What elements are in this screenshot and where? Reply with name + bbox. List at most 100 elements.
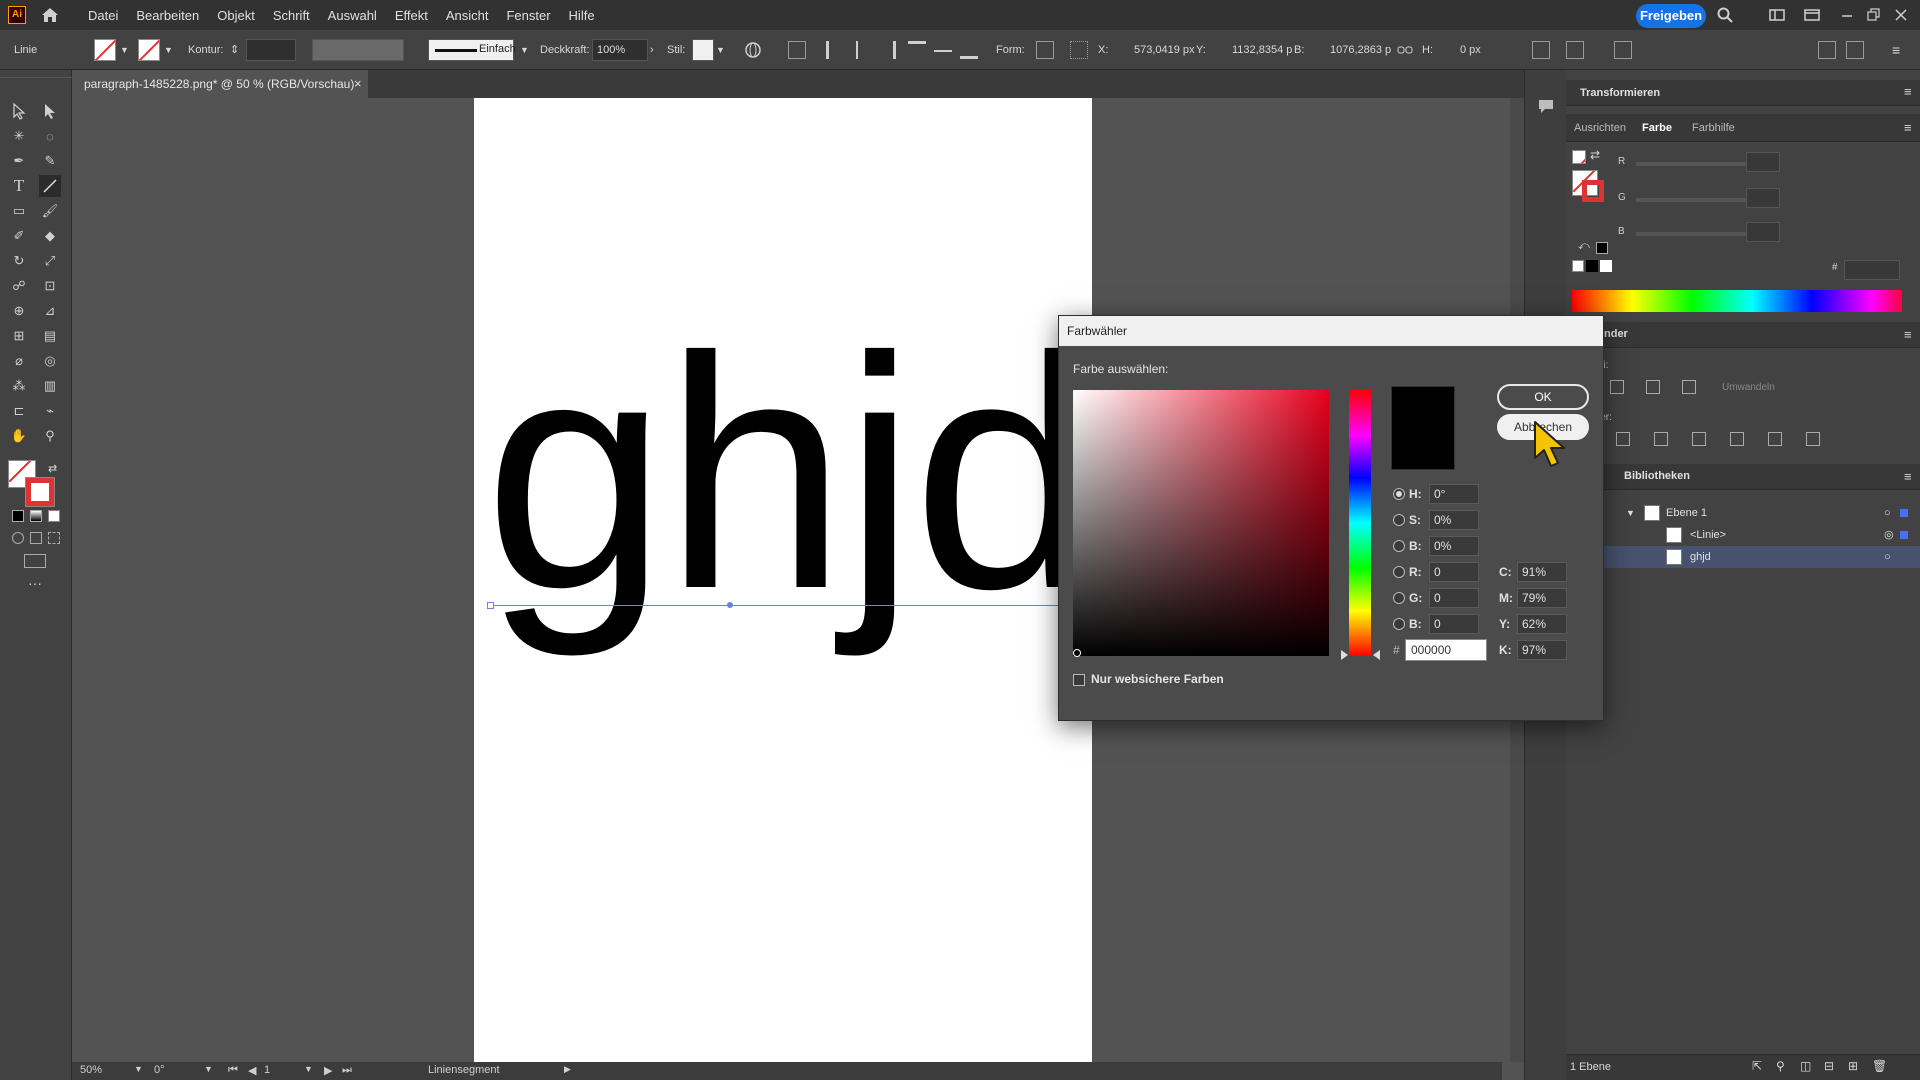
mesh-tool-icon[interactable]: ⊞ <box>8 325 30 347</box>
crop-icon[interactable] <box>1730 432 1744 446</box>
scale-tool-icon[interactable]: ⤢ <box>39 250 61 272</box>
selection-handle-left[interactable] <box>487 602 494 609</box>
default-colors-icon[interactable] <box>1572 150 1586 164</box>
swap-fill-stroke-icon[interactable]: ⇄ <box>48 462 57 475</box>
draw-inside-icon[interactable] <box>48 532 60 544</box>
horizontal-scrollbar[interactable] <box>590 1062 1502 1080</box>
restore-icon[interactable] <box>1864 6 1882 24</box>
layer-row[interactable]: ▼ Ebene 1 ○ <box>1566 502 1920 524</box>
green-radio[interactable] <box>1393 592 1405 604</box>
gradient-tool-icon[interactable]: ▤ <box>39 325 61 347</box>
stroke-weight-input[interactable] <box>246 39 296 61</box>
hue-radio[interactable] <box>1393 488 1405 500</box>
new-sublayer-icon[interactable]: ⊟ <box>1824 1059 1834 1073</box>
workspace-icon[interactable] <box>1768 6 1786 24</box>
layer-name[interactable]: ghjd <box>1690 546 1711 568</box>
align-right-icon[interactable] <box>878 41 896 59</box>
shaper-tool-icon[interactable]: ✐ <box>8 225 30 247</box>
first-artboard-icon[interactable]: ⏮ <box>228 1064 238 1077</box>
fill-dropdown-icon[interactable]: ▼ <box>120 30 129 70</box>
none-mode-icon[interactable] <box>48 510 60 522</box>
layer-target-icon[interactable]: ○ <box>1884 546 1891 568</box>
artwork-text[interactable]: ghjd <box>484 308 1096 638</box>
graphic-style-swatch[interactable] <box>692 39 714 61</box>
color-field[interactable] <box>1073 390 1329 657</box>
menu-hilfe[interactable]: Hilfe <box>569 8 595 23</box>
constrain-proportions-icon[interactable] <box>1396 41 1414 59</box>
brush-definition[interactable]: Einfach <box>428 39 516 61</box>
zoom-tool-icon[interactable]: ⚲ <box>39 425 61 447</box>
gradient-mode-icon[interactable] <box>30 510 42 522</box>
rectangle-tool-icon[interactable]: ▭ <box>8 200 30 222</box>
zoom-dropdown-icon[interactable]: ▼ <box>134 1064 143 1074</box>
libraries-panel-menu-icon[interactable]: ≡ <box>1904 469 1912 484</box>
arrange-documents-icon[interactable] <box>1803 6 1821 24</box>
brightness-input[interactable]: 0% <box>1429 536 1479 556</box>
color-panel-menu-icon[interactable]: ≡ <box>1904 120 1912 135</box>
align-to-icon[interactable] <box>788 41 806 59</box>
stroke-dropdown-icon[interactable]: ▼ <box>164 30 173 70</box>
black-swatch[interactable] <box>1596 242 1608 254</box>
menu-effekt[interactable]: Effekt <box>395 8 428 23</box>
transform-icon[interactable] <box>1036 41 1054 59</box>
hue-input[interactable]: 0° <box>1429 484 1479 504</box>
height-input[interactable]: 0 px <box>1460 30 1481 70</box>
search-icon[interactable] <box>1716 6 1734 24</box>
opacity-chevron-icon[interactable]: › <box>650 30 654 70</box>
menu-auswahl[interactable]: Auswahl <box>328 8 377 23</box>
tab-ausrichten[interactable]: Ausrichten <box>1574 114 1626 142</box>
perspective-grid-tool-icon[interactable]: ⊿ <box>39 300 61 322</box>
menu-datei[interactable]: Datei <box>88 8 118 23</box>
isolate-icon[interactable] <box>1532 41 1550 59</box>
close-icon[interactable] <box>1892 6 1910 24</box>
tab-close-icon[interactable]: × <box>354 70 362 98</box>
selection-center-point[interactable] <box>727 602 733 608</box>
selection-tool-icon[interactable] <box>8 100 30 122</box>
symbol-sprayer-tool-icon[interactable]: ⁂ <box>8 375 30 397</box>
shape-label[interactable]: Form: <box>996 30 1025 70</box>
white-quick-swatch[interactable] <box>1600 260 1612 272</box>
merge-icon[interactable] <box>1692 432 1706 446</box>
color-spectrum[interactable] <box>1572 290 1902 312</box>
eyedropper-tool-icon[interactable]: ⌀ <box>8 350 30 372</box>
minus-back-icon[interactable] <box>1806 432 1820 446</box>
none-swatch[interactable] <box>1572 260 1584 272</box>
blend-tool-icon[interactable]: ◎ <box>39 350 61 372</box>
previous-artboard-icon[interactable]: ◀ <box>248 1064 256 1077</box>
hue-slider-right-arrow[interactable] <box>1373 650 1380 660</box>
edit-toolbar-icon[interactable]: ··· <box>28 575 42 591</box>
free-transform-tool-icon[interactable]: ⊡ <box>39 275 61 297</box>
draw-behind-icon[interactable] <box>30 532 42 544</box>
curvature-tool-icon[interactable]: ✎ <box>39 150 61 172</box>
arrange-icon[interactable] <box>1818 41 1836 59</box>
pathfinder-panel-header[interactable]: nder ≡ <box>1566 322 1920 348</box>
x-input[interactable]: 573,0419 px <box>1134 30 1195 70</box>
align-center-h-icon[interactable] <box>856 41 866 59</box>
layer-target-icon[interactable]: ○ <box>1884 502 1891 524</box>
menu-schrift[interactable]: Schrift <box>273 8 310 23</box>
ok-button[interactable]: OK <box>1497 384 1589 410</box>
fill-swatch[interactable] <box>94 39 116 61</box>
reference-point-icon[interactable] <box>1070 41 1088 59</box>
share-button[interactable]: Freigeben <box>1636 4 1706 28</box>
hex-input[interactable]: 000000 <box>1405 639 1487 661</box>
layer-target-icon[interactable]: ◎ <box>1884 524 1894 546</box>
hue-slider[interactable] <box>1349 390 1371 656</box>
new-layer-icon[interactable]: ⊞ <box>1848 1059 1858 1073</box>
rotate-tool-icon[interactable]: ↻ <box>8 250 30 272</box>
hand-tool-icon[interactable]: ✋ <box>8 425 30 447</box>
panel-hex-input[interactable] <box>1844 260 1900 280</box>
layer-expand-chevron-icon[interactable]: ▼ <box>1626 502 1635 524</box>
menu-fenster[interactable]: Fenster <box>506 8 550 23</box>
magic-wand-tool-icon[interactable]: ✳ <box>8 125 30 147</box>
saturation-input[interactable]: 0% <box>1429 510 1479 530</box>
hamburger-menu-icon[interactable]: ≡ <box>1892 30 1900 70</box>
out-of-gamut-icon[interactable]: ⤺ <box>1578 240 1590 253</box>
rotation-value[interactable]: 0° <box>154 1064 165 1076</box>
hue-slider-left-arrow[interactable] <box>1341 650 1348 660</box>
clipping-mask-icon[interactable]: ◫ <box>1800 1059 1811 1073</box>
paintbrush-tool-icon[interactable]: 🖌 <box>39 200 61 222</box>
shape-builder-tool-icon[interactable]: ⊕ <box>8 300 30 322</box>
magenta-input[interactable]: 79% <box>1517 588 1567 608</box>
style-dropdown-icon[interactable]: ▼ <box>716 30 725 70</box>
